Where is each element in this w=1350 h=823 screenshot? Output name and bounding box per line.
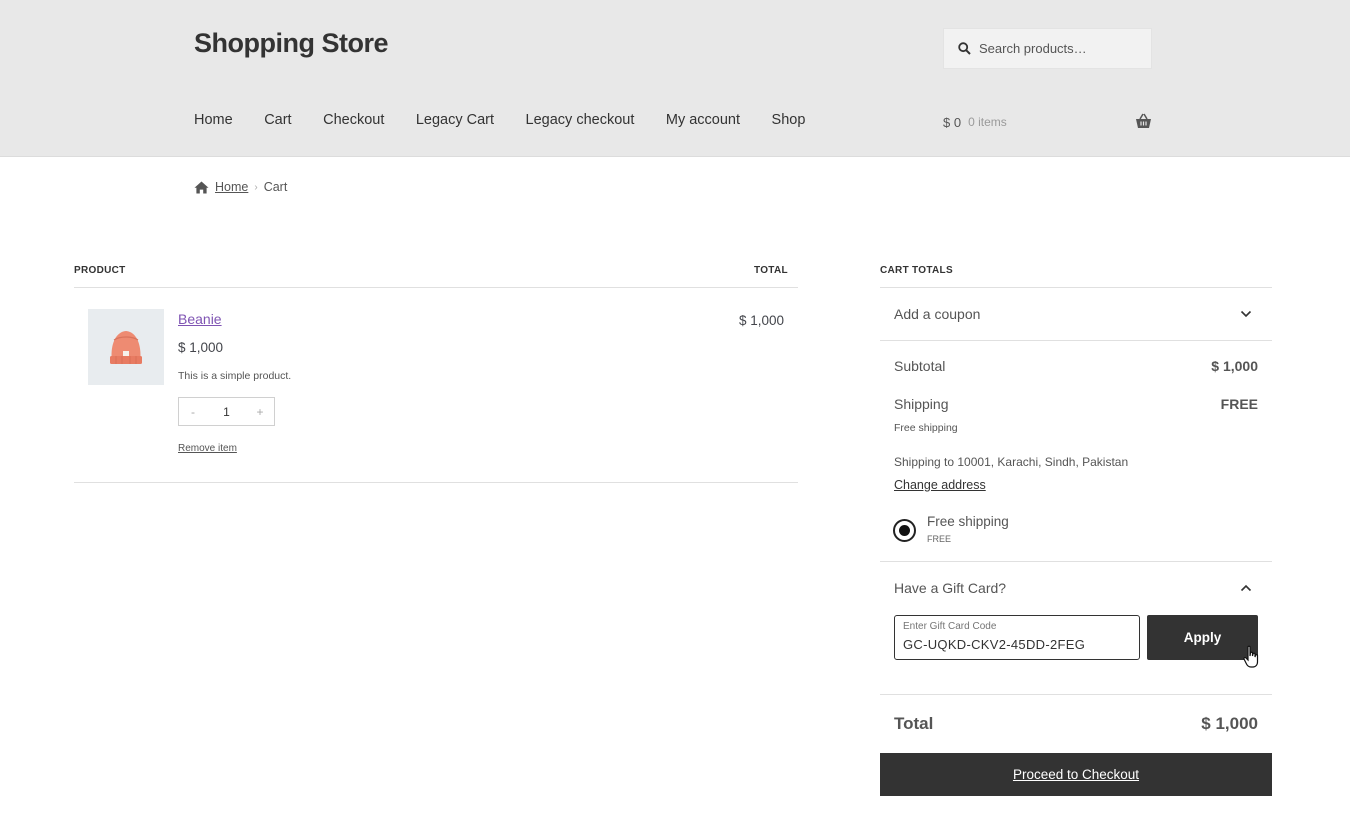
- quantity-input[interactable]: 1: [207, 405, 246, 419]
- coupon-divider: [880, 340, 1272, 341]
- nav-my-account[interactable]: My account: [666, 112, 740, 128]
- radio-selected-dot: [899, 525, 910, 536]
- gift-card-code-field[interactable]: Enter Gift Card Code GC-UQKD-CKV2-45DD-2…: [894, 615, 1140, 660]
- shipping-label: Shipping: [894, 396, 949, 412]
- increase-quantity-button[interactable]: +: [246, 405, 274, 419]
- nav-legacy-cart[interactable]: Legacy Cart: [416, 112, 494, 128]
- add-coupon-toggle[interactable]: Add a coupon: [880, 288, 1272, 340]
- decrease-quantity-button[interactable]: -: [179, 405, 207, 419]
- shipping-method-note: Free shipping: [894, 422, 958, 434]
- gift-card-toggle-label: Have a Gift Card?: [894, 580, 1007, 596]
- change-address-link[interactable]: Change address: [894, 478, 986, 492]
- gift-card-toggle[interactable]: Have a Gift Card?: [880, 570, 1272, 606]
- free-shipping-radio[interactable]: [893, 519, 916, 542]
- product-thumbnail[interactable]: [88, 309, 164, 385]
- line-total: $ 1,000: [738, 313, 784, 328]
- site-title[interactable]: Shopping Store: [194, 28, 388, 59]
- product-column-header: PRODUCT: [74, 265, 126, 276]
- site-header: Shopping Store Home Cart Checkout Legacy…: [0, 0, 1350, 157]
- total-column-header: TOTAL: [754, 265, 788, 276]
- subtotal-label: Subtotal: [894, 358, 946, 374]
- gift-card-divider: [880, 694, 1272, 695]
- order-total-label: Total: [894, 714, 934, 733]
- mini-cart-amount: $ 0: [943, 114, 962, 130]
- breadcrumb-current: Cart: [263, 180, 288, 194]
- quantity-stepper: - 1 +: [178, 397, 275, 426]
- nav-checkout[interactable]: Checkout: [323, 112, 384, 128]
- nav-shop[interactable]: Shop: [772, 112, 806, 128]
- nav-cart[interactable]: Cart: [264, 112, 291, 128]
- search-input[interactable]: [977, 40, 1151, 57]
- breadcrumb-home-link[interactable]: Home: [215, 180, 248, 194]
- remove-item-link[interactable]: Remove item: [178, 443, 237, 454]
- product-price: $ 1,000: [178, 340, 224, 355]
- hand-pointer-cursor-icon: [1243, 645, 1261, 669]
- shipping-divider: [880, 561, 1272, 562]
- shipping-option-price: FREE: [927, 534, 952, 544]
- shipping-value: FREE: [1220, 396, 1258, 412]
- table-header-divider: [74, 287, 798, 288]
- chevron-down-icon: [1240, 310, 1252, 318]
- breadcrumb-separator: ›: [254, 181, 258, 193]
- gift-card-field-label: Enter Gift Card Code: [903, 621, 997, 632]
- gift-card-code-value[interactable]: GC-UQKD-CKV2-45DD-2FEG: [903, 637, 1085, 652]
- basket-icon[interactable]: [1135, 113, 1152, 129]
- subtotal-value: $ 1,000: [1211, 358, 1258, 374]
- breadcrumb: Home › Cart: [194, 180, 287, 194]
- mini-cart[interactable]: $ 0 0 items: [943, 113, 1152, 131]
- home-icon: [194, 181, 209, 194]
- shipping-destination: Shipping to 10001, Karachi, Sindh, Pakis…: [894, 455, 1129, 469]
- proceed-to-checkout-button[interactable]: Proceed to Checkout: [880, 753, 1272, 796]
- chevron-up-icon: [1240, 584, 1252, 592]
- shipping-option-label[interactable]: Free shipping: [927, 514, 1009, 529]
- search-box[interactable]: [943, 28, 1152, 69]
- primary-nav: Home Cart Checkout Legacy Cart Legacy ch…: [194, 112, 837, 128]
- mini-cart-count: 0 items: [968, 115, 1007, 129]
- add-coupon-label: Add a coupon: [894, 306, 981, 322]
- table-bottom-divider: [74, 482, 798, 483]
- apply-gift-card-button[interactable]: Apply: [1147, 615, 1258, 660]
- nav-legacy-checkout[interactable]: Legacy checkout: [526, 112, 635, 128]
- product-name-link[interactable]: Beanie: [178, 311, 222, 327]
- search-icon: [958, 41, 971, 56]
- product-description: This is a simple product.: [178, 370, 292, 382]
- nav-home[interactable]: Home: [194, 112, 233, 128]
- order-total-value: $ 1,000: [1201, 714, 1258, 733]
- cart-totals-heading: CART TOTALS: [880, 265, 953, 276]
